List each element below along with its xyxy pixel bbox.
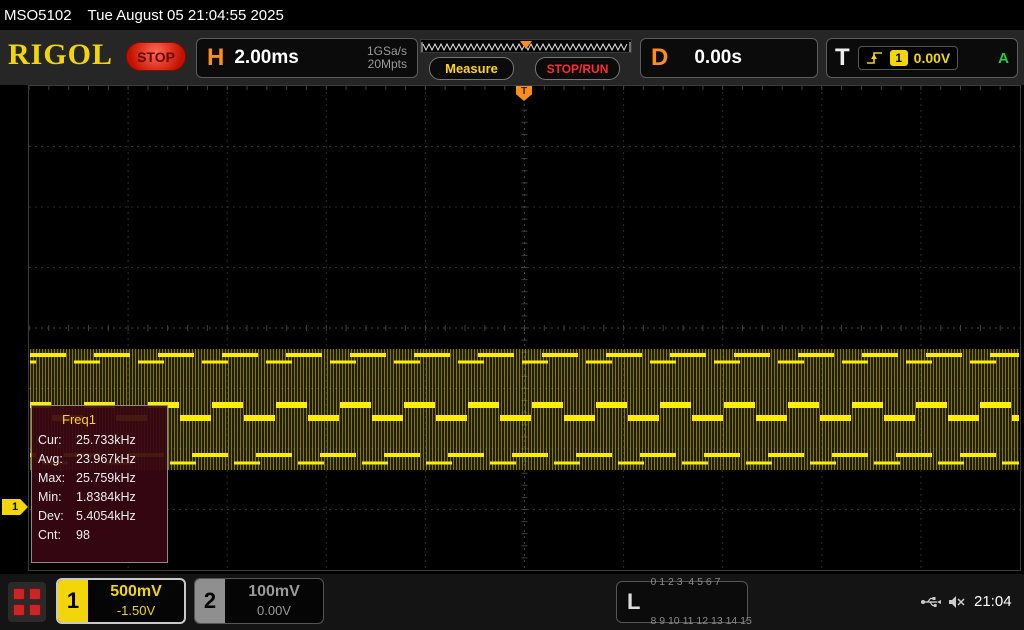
clock: 21:04 <box>974 593 1012 610</box>
measurement-panel: Freq1 Cur: 25.733kHz Avg: 23.967kHz Max:… <box>31 405 168 563</box>
channel1-scale: 500mV <box>110 582 162 601</box>
trigger-slope-icon <box>866 50 884 66</box>
logic-channel-numbers: 0 1 2 3 4 5 6 7 8 9 10 11 12 13 14 15 <box>650 550 751 630</box>
measurement-title: Freq1 <box>32 406 167 431</box>
speaker-muted-icon <box>948 595 966 609</box>
measurement-row: Max: 25.759kHz <box>32 469 167 488</box>
trigger-source-badge: 1 <box>890 50 908 66</box>
header-toolbar: RIGOL STOP H 2.00ms 1GSa/s 20Mpts Measur… <box>0 30 1024 85</box>
run-state-badge[interactable]: STOP <box>126 42 186 71</box>
top-info-bar: MSO5102 Tue August 05 21:04:55 2025 <box>0 0 1024 30</box>
horizontal-label: H <box>207 44 224 72</box>
waveform-display: T Freq1 Cur: 25.733kHz Avg: 23.967kHz Ma… <box>28 85 1021 571</box>
channel2-scale: 100mV <box>248 582 300 601</box>
bottom-status-bar: 1 500mV -1.50V 2 100mV 0.00V L 0 1 2 3 4… <box>0 574 1024 630</box>
channel1-offset: -1.50V <box>117 601 155 620</box>
memory-depth: 20Mpts <box>367 58 407 71</box>
graticule <box>29 86 1020 570</box>
menu-button[interactable] <box>8 582 46 622</box>
channel1-badge[interactable]: 1 500mV -1.50V <box>56 578 186 624</box>
measurement-row: Cnt: 98 <box>32 526 167 545</box>
channel1-values: 500mV -1.50V <box>88 580 184 622</box>
overview-waveform-icon <box>421 41 631 53</box>
logic-channels-badge[interactable]: L 0 1 2 3 4 5 6 7 8 9 10 11 12 13 14 15 <box>616 581 748 623</box>
trigger-info-group: 1 0.00V <box>858 46 959 70</box>
channel1-number: 1 <box>58 580 88 622</box>
acquisition-info: 1GSa/s 20Mpts <box>367 45 407 71</box>
trigger-control[interactable]: T 1 0.00V A <box>826 38 1018 78</box>
ch1-position-marker[interactable]: 1 <box>2 499 28 515</box>
channel2-badge[interactable]: 2 100mV 0.00V <box>194 578 324 624</box>
trigger-sweep-mode: A <box>998 50 1009 67</box>
model-name: MSO5102 <box>4 7 72 24</box>
usb-icon <box>920 595 942 609</box>
delay-value: 0.00s <box>694 47 742 69</box>
menu-grid-icon <box>13 588 25 600</box>
measurement-row: Cur: 25.733kHz <box>32 431 167 450</box>
horizontal-timebase-control[interactable]: H 2.00ms 1GSa/s 20Mpts <box>196 38 418 78</box>
trigger-label: T <box>835 44 850 72</box>
stop-run-button[interactable]: STOP/RUN <box>535 57 620 80</box>
channel2-values: 100mV 0.00V <box>225 579 323 623</box>
timebase-value: 2.00ms <box>234 47 298 69</box>
measurement-row: Avg: 23.967kHz <box>32 450 167 469</box>
waveform-overview-strip[interactable] <box>420 39 632 53</box>
datetime: Tue August 05 21:04:55 2025 <box>88 7 284 24</box>
measurement-row: Min: 1.8384kHz <box>32 488 167 507</box>
channel2-number: 2 <box>195 579 225 623</box>
rigol-logo: RIGOL <box>8 38 113 72</box>
logic-label: L <box>627 589 640 615</box>
measure-button[interactable]: Measure <box>429 57 514 80</box>
channel2-offset: 0.00V <box>257 601 291 620</box>
trigger-level-value: 0.00V <box>914 50 951 66</box>
measurement-row: Dev: 5.4054kHz <box>32 507 167 526</box>
horizontal-delay-control[interactable]: D 0.00s <box>640 38 818 78</box>
delay-label: D <box>651 44 668 72</box>
ch1-waveform-envelope <box>30 349 1019 470</box>
